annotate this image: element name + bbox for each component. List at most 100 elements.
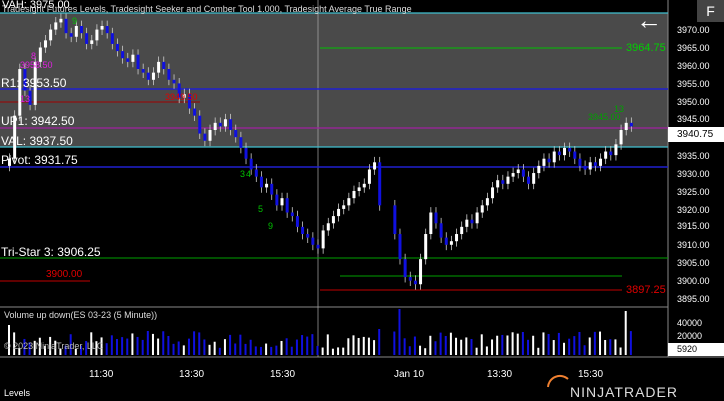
volume-bar (208, 344, 211, 355)
volume-panel-title: Volume up down(ES 03-23 (5 Minute)) (4, 310, 158, 320)
candle (64, 18, 68, 34)
volume-bar (496, 335, 499, 355)
volume-bar (167, 335, 170, 355)
candle (79, 26, 83, 34)
candle (193, 108, 197, 116)
candle (285, 198, 289, 213)
back-arrow-icon[interactable]: ← (634, 6, 664, 34)
volume-bar (609, 339, 612, 355)
candle (506, 176, 510, 184)
candle (408, 277, 412, 281)
candle (203, 133, 207, 141)
candle (624, 122, 628, 131)
candle (501, 180, 505, 184)
price-tick: 3955.00 (677, 79, 710, 89)
time-label-1130: 11:30 (89, 369, 114, 380)
candle (547, 158, 551, 163)
price-tick: 3935.00 (677, 151, 710, 161)
volume-bar (614, 339, 617, 355)
candle (141, 69, 145, 73)
candle (85, 33, 89, 44)
candle (398, 234, 402, 260)
volume-bar (449, 332, 452, 355)
red-level-label: 3897.25 (626, 284, 666, 296)
volume-bar (563, 342, 566, 355)
time-label-1330: 13:30 (179, 369, 205, 380)
volume-bar (265, 343, 268, 355)
price-tick: 3915.00 (677, 221, 710, 231)
green-level-label: 3964.75 (626, 42, 666, 54)
volume-bar (552, 340, 555, 355)
candle (413, 280, 417, 285)
volume-bar (557, 332, 560, 355)
volume-bar (357, 337, 360, 355)
volume-bar (532, 335, 535, 355)
brand-logo-text: NINJATRADER (570, 384, 678, 400)
volume-bar (162, 331, 165, 355)
volume-bar (475, 347, 478, 355)
candle (136, 54, 140, 70)
volume-bar (352, 335, 355, 355)
volume-bar (136, 336, 139, 355)
candle (449, 241, 453, 245)
candle (157, 61, 161, 73)
volume-bar (604, 339, 607, 355)
time-label-jan10: Jan 10 (394, 369, 425, 380)
levels-tab[interactable]: Levels (4, 389, 30, 398)
candle (146, 72, 150, 80)
candle (439, 223, 443, 238)
candle (609, 151, 613, 156)
candle (172, 79, 176, 84)
volume-bar (218, 347, 221, 355)
volume-bar (583, 345, 586, 355)
volume-bar (593, 331, 596, 355)
price-tick: 3965.00 (677, 43, 710, 53)
green-marker-9: 9 (268, 221, 274, 231)
green-right-count: 13 (614, 104, 625, 114)
candle (254, 169, 258, 177)
candle (295, 216, 299, 227)
volume-bar (511, 332, 514, 355)
volume-bar (172, 343, 175, 355)
volume-bar (234, 343, 237, 355)
volume-bar (342, 347, 345, 355)
candle (223, 119, 227, 127)
volume-bar (203, 339, 206, 355)
volume-bar (429, 335, 432, 355)
volume-bar (270, 346, 273, 355)
volume-bar (455, 337, 458, 355)
candle (249, 158, 253, 170)
volume-bar (182, 345, 185, 355)
candle (521, 169, 525, 177)
candle (306, 234, 310, 238)
chart-canvas[interactable] (0, 0, 724, 401)
volume-bar (121, 337, 124, 355)
candle (69, 33, 73, 37)
candle (115, 43, 119, 52)
green-marker-3: 3 (240, 169, 246, 179)
green-top-count: 9 (72, 16, 78, 26)
volume-bar (419, 345, 422, 355)
price-tick: 3905.00 (677, 258, 710, 268)
volume-bar (321, 347, 324, 355)
price-tick: 3900.00 (677, 276, 710, 286)
time-label-1530b: 15:30 (578, 369, 604, 380)
candle (59, 18, 63, 23)
volume-bar (578, 331, 581, 355)
volume-bar (331, 348, 334, 355)
volume-bar (105, 343, 108, 355)
price-tick: 3925.00 (677, 187, 710, 197)
candle (629, 122, 633, 127)
volume-bar (480, 334, 483, 355)
volume-bar (131, 333, 134, 355)
volume-bar (311, 334, 314, 355)
magenta-count2: 13 (20, 94, 31, 104)
volume-bar (470, 338, 473, 355)
candle (270, 183, 274, 195)
volume-bar (378, 329, 381, 355)
f-button[interactable]: F (697, 0, 724, 22)
candle (121, 51, 125, 59)
candle (331, 216, 335, 224)
candle (357, 187, 361, 191)
volume-bar (516, 333, 519, 355)
